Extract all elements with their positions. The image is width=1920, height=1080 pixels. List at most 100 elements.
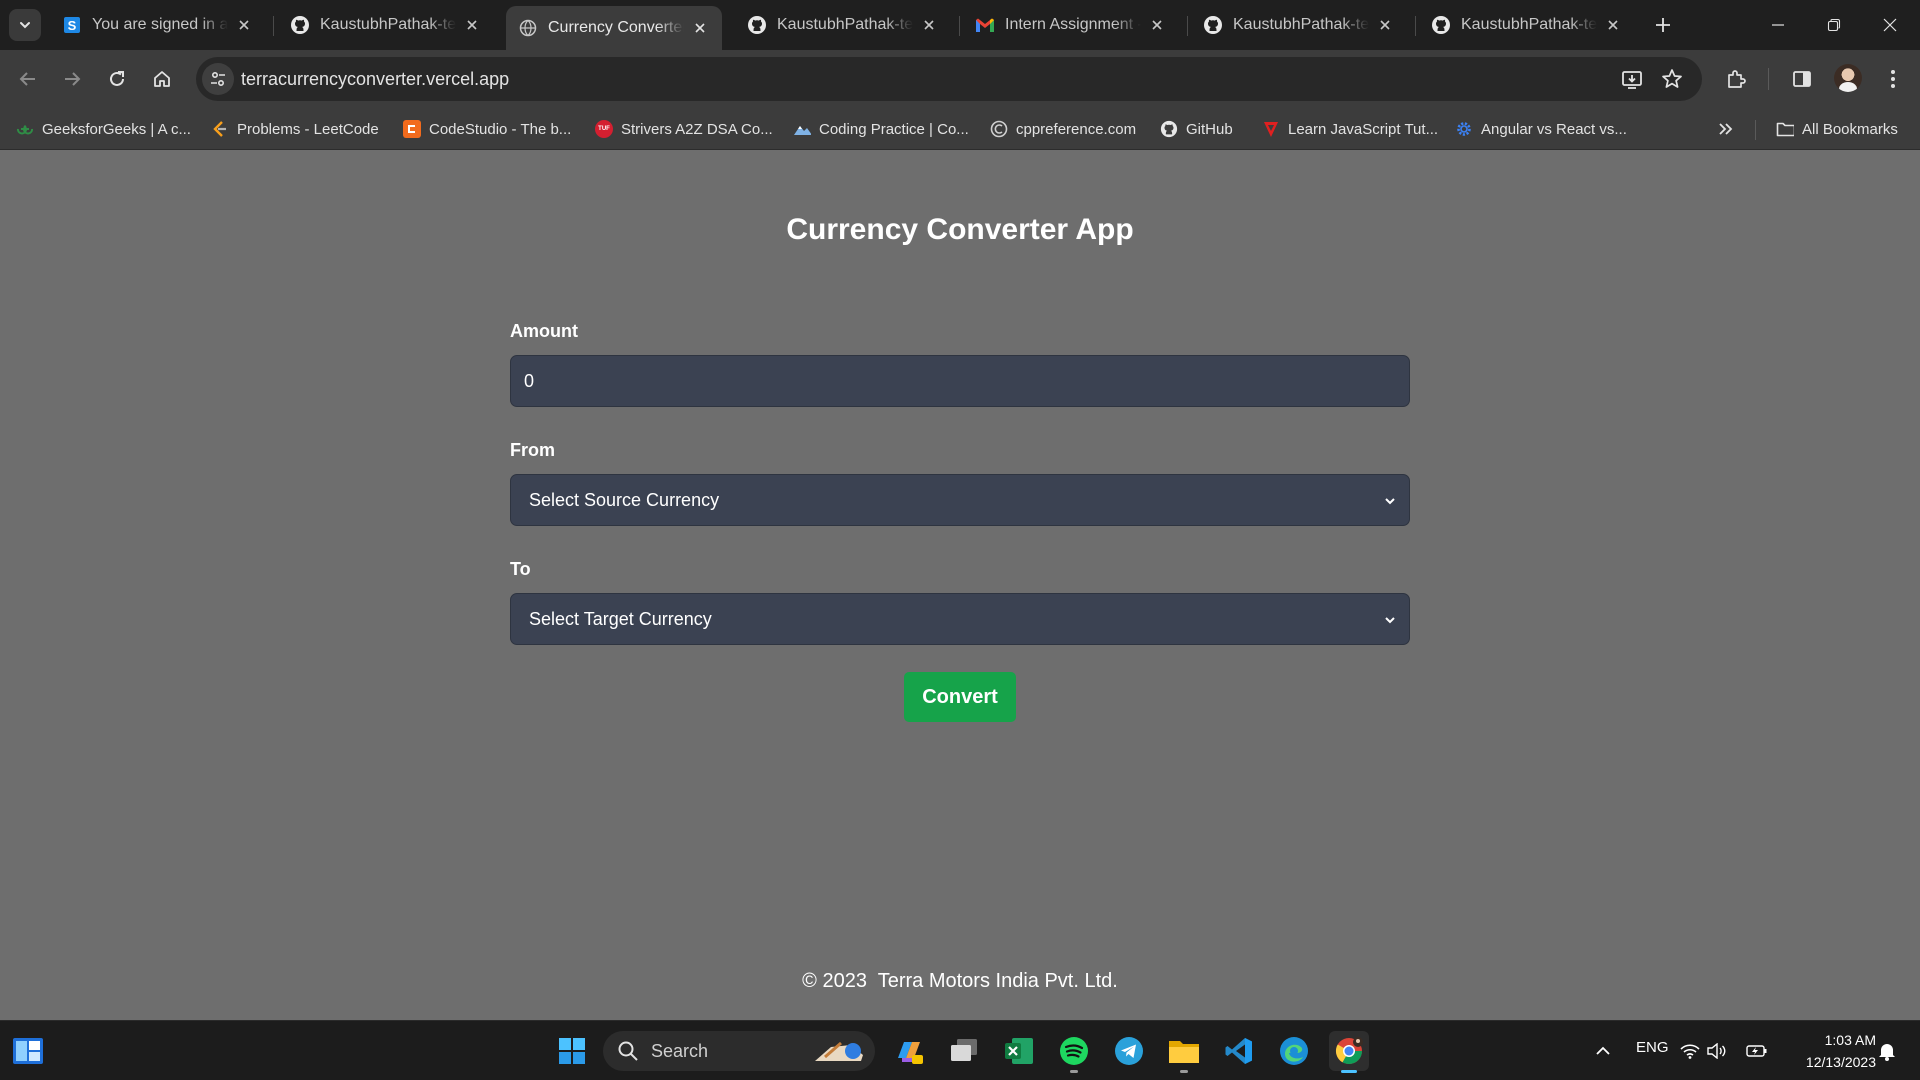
site-info-button[interactable] [202, 63, 234, 95]
tab-3[interactable]: KaustubhPathak-tech [735, 6, 951, 44]
widgets-icon [13, 1038, 43, 1064]
copilot-app[interactable] [889, 1031, 929, 1071]
tune-icon [211, 71, 225, 87]
file-explorer-app[interactable] [1164, 1031, 1204, 1073]
wifi-status[interactable] [1677, 1031, 1703, 1071]
volume-status[interactable] [1704, 1031, 1730, 1071]
close-icon[interactable] [1147, 15, 1167, 35]
bookmark-star-button[interactable] [1660, 67, 1684, 91]
widgets-button[interactable] [8, 1031, 48, 1071]
minimize-button[interactable] [1750, 0, 1806, 50]
url-text[interactable]: terracurrencyconverter.vercel.app [241, 69, 509, 90]
tab-4[interactable]: Intern Assignment - I [963, 6, 1179, 44]
to-currency-select[interactable]: Select Target Currency [510, 593, 1410, 645]
task-view-app[interactable] [944, 1031, 984, 1071]
close-icon[interactable] [462, 15, 482, 35]
clock-date: 12/13/2023 [1805, 1054, 1876, 1070]
close-icon[interactable] [690, 18, 710, 38]
tab-title: You are signed in as [92, 16, 228, 33]
running-indicator [1070, 1070, 1078, 1073]
arrow-right-icon [65, 72, 81, 86]
globe-icon [518, 18, 538, 38]
bookmark-label: CodeStudio - The b... [429, 120, 572, 138]
bookmark-angular-vs-react[interactable]: Angular vs React vs... [1455, 116, 1627, 142]
tab-5[interactable]: KaustubhPathak-tech [1191, 6, 1407, 44]
language-indicator[interactable]: ENG [1636, 1039, 1669, 1056]
excel-app[interactable] [999, 1031, 1039, 1071]
tab-title: KaustubhPathak-tech [1461, 16, 1597, 33]
taskbar-search[interactable]: Search [603, 1031, 875, 1071]
edge-app[interactable] [1274, 1031, 1314, 1071]
telegram-icon [1115, 1037, 1143, 1065]
amount-input[interactable]: 0 [510, 355, 1410, 407]
all-bookmarks-button[interactable]: All Bookmarks [1776, 116, 1898, 142]
battery-status[interactable] [1744, 1031, 1770, 1071]
start-button[interactable] [552, 1031, 592, 1071]
search-label: Search [651, 1040, 709, 1061]
toolbar-separator [1768, 68, 1769, 90]
show-hidden-icons-button[interactable] [1583, 1031, 1623, 1071]
more-vertical-icon [1891, 70, 1895, 88]
amount-label: Amount [510, 321, 578, 341]
vscode-app[interactable] [1219, 1031, 1259, 1071]
new-tab-button[interactable] [1649, 11, 1677, 39]
side-panel-button[interactable] [1788, 65, 1816, 93]
telegram-app[interactable] [1109, 1031, 1149, 1071]
tab-2-active[interactable]: Currency Converter - [506, 6, 722, 50]
bookmarks-overflow-button[interactable] [1718, 116, 1734, 142]
tab-0[interactable]: S You are signed in as [50, 6, 266, 44]
back-button[interactable] [8, 59, 48, 99]
spotify-app[interactable] [1054, 1031, 1094, 1073]
tab-1[interactable]: KaustubhPathak-tech [278, 6, 494, 44]
bookmarks-separator [1755, 120, 1756, 140]
close-icon[interactable] [234, 15, 254, 35]
to-label: To [510, 559, 531, 579]
chrome-app[interactable] [1329, 1031, 1369, 1073]
profile-avatar[interactable] [1834, 64, 1862, 92]
tab-6[interactable]: KaustubhPathak-tech [1419, 6, 1635, 44]
from-currency-select[interactable]: Select Source Currency [510, 474, 1410, 526]
spotify-icon [1060, 1037, 1088, 1065]
bookmark-coding-practice[interactable]: Coding Practice | Co... [793, 116, 969, 142]
home-button[interactable] [142, 59, 182, 99]
bookmark-strivers[interactable]: TUF Strivers A2Z DSA Co... [595, 116, 773, 142]
gmail-icon [975, 15, 995, 35]
forward-button[interactable] [52, 59, 92, 99]
browser-menu-button[interactable] [1879, 65, 1907, 93]
close-icon[interactable] [1603, 15, 1623, 35]
svg-text:S: S [68, 18, 77, 33]
wifi-icon [1680, 1044, 1700, 1059]
bookmark-github[interactable]: GitHub [1160, 116, 1233, 142]
bookmarks-bar: GeeksforGeeks | A c... Problems - LeetCo… [0, 108, 1920, 150]
bookmark-geeksforgeeks[interactable]: GeeksforGeeks | A c... [16, 116, 191, 142]
bookmark-cppreference[interactable]: cppreference.com [990, 116, 1136, 142]
amount-value: 0 [524, 370, 535, 391]
close-window-button[interactable] [1862, 0, 1918, 50]
convert-button[interactable]: Convert [904, 672, 1016, 722]
bookmark-codestudio[interactable]: CodeStudio - The b... [403, 116, 571, 142]
codestudio-icon [403, 120, 421, 138]
edge-icon [1280, 1037, 1308, 1065]
github-icon [1160, 120, 1178, 138]
folder-icon [1169, 1041, 1199, 1063]
home-icon [154, 71, 170, 87]
reload-button[interactable] [97, 59, 137, 99]
tab-search-button[interactable] [9, 9, 41, 41]
install-app-button[interactable] [1620, 67, 1644, 91]
close-icon[interactable] [919, 15, 939, 35]
notifications-button[interactable] [1874, 1031, 1900, 1071]
extensions-button[interactable] [1722, 65, 1750, 93]
from-currency-value: Select Source Currency [529, 489, 720, 510]
gear-icon [1455, 120, 1473, 138]
bookmark-label: Learn JavaScript Tut... [1288, 120, 1439, 138]
minimize-icon [1772, 24, 1784, 26]
restore-button[interactable] [1806, 0, 1862, 50]
bookmark-leetcode[interactable]: Problems - LeetCode [211, 116, 379, 142]
bookmark-learn-javascript[interactable]: Learn JavaScript Tut... [1262, 116, 1438, 142]
close-icon[interactable] [1375, 15, 1395, 35]
bookmark-label: Strivers A2Z DSA Co... [621, 120, 773, 138]
excel-icon [1005, 1038, 1033, 1064]
puzzle-icon [1728, 70, 1746, 88]
address-bar[interactable]: terracurrencyconverter.vercel.app [196, 57, 1702, 101]
system-clock[interactable]: 1:03 AM 12/13/2023 [1780, 1029, 1876, 1073]
